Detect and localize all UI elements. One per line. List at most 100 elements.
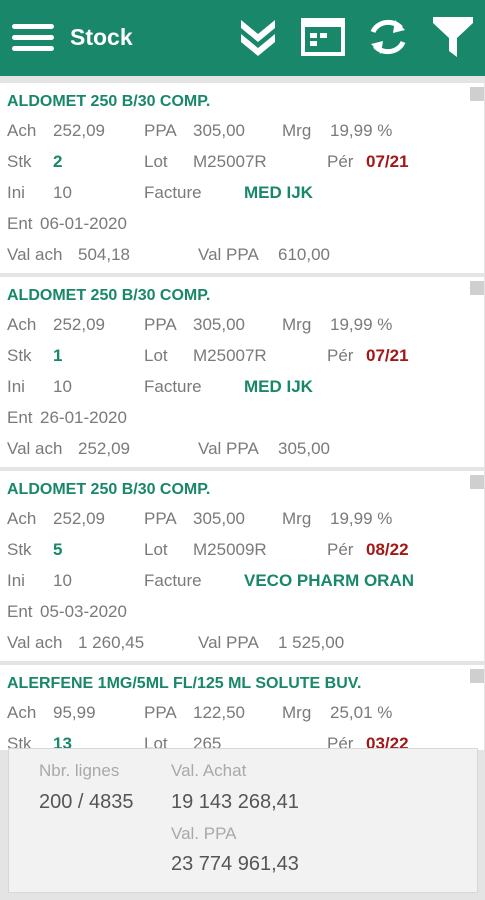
lot-value: M25007R (193, 152, 267, 171)
value-row: Val ach 1 260,45 Val PPA 1 525,00 (0, 633, 484, 657)
stock-card[interactable]: ALDOMET 250 B/30 COMP. Ach 252,09 PPA 30… (0, 277, 484, 467)
stock-row: Stk 1 Lot M25007R Pér 07/21 (0, 346, 484, 370)
ini-label: Ini (7, 183, 25, 202)
nbr-lignes-label: Nbr. lignes (39, 761, 120, 780)
entry-row: Ent 26-01-2020 (0, 408, 484, 432)
price-row: Ach 252,09 PPA 305,00 Mrg 19,99 % (0, 121, 484, 145)
ini-label: Ini (7, 571, 25, 590)
val-ppa-label: Val PPA (198, 633, 259, 652)
ach-label: Ach (7, 703, 37, 722)
stock-row: Stk 2 Lot M25007R Pér 07/21 (0, 152, 484, 176)
ach-value: 95,99 (53, 703, 96, 722)
stock-row: Stk 5 Lot M25009R Pér 08/22 (0, 540, 484, 564)
price-row: Ach 252,09 PPA 305,00 Mrg 19,99 % (0, 315, 484, 339)
ini-label: Ini (7, 377, 25, 396)
card-corner-marker (470, 281, 484, 295)
ent-label: Ent (7, 214, 33, 233)
val-ppa-value: 1 525,00 (278, 633, 345, 652)
ach-label: Ach (7, 509, 37, 528)
app-bar: Stock (0, 0, 485, 76)
summary-panel: Nbr. lignes 200 / 4835 Val. Achat 19 143… (8, 748, 478, 893)
page-title: Stock (70, 24, 133, 50)
value-row: Val ach 504,18 Val PPA 610,00 (0, 245, 484, 269)
product-name: ALDOMET 250 B/30 COMP. (7, 287, 211, 304)
ppa-value: 305,00 (193, 121, 245, 140)
refresh-icon[interactable] (365, 14, 411, 60)
per-label: Pér (327, 540, 354, 559)
ppa-label: PPA (144, 121, 177, 140)
val-ppa-value: 610,00 (278, 245, 330, 264)
mrg-value: 19,99 % (330, 121, 393, 140)
facture-label: Facture (144, 377, 202, 396)
facture-label: Facture (144, 183, 202, 202)
card-corner-marker (470, 475, 484, 489)
per-value: 07/21 (366, 346, 409, 365)
ach-label: Ach (7, 121, 37, 140)
ach-value: 252,09 (53, 509, 105, 528)
val-ppa-label: Val PPA (198, 245, 259, 264)
nbr-lignes-value: 200 / 4835 (39, 791, 134, 813)
double-chevron-down-icon[interactable] (235, 14, 281, 60)
per-label: Pér (327, 152, 354, 171)
ent-value: 06-01-2020 (40, 214, 127, 233)
ini-value: 10 (53, 377, 72, 396)
val-ach-label: Val ach (7, 245, 63, 264)
ppa-label: PPA (144, 315, 177, 334)
lot-label: Lot (144, 152, 168, 171)
val-ppa-value: 305,00 (278, 439, 330, 458)
stock-list[interactable]: ALDOMET 250 B/30 COMP. Ach 252,09 PPA 30… (0, 80, 485, 750)
mrg-label: Mrg (282, 703, 312, 722)
val-ppa-total-value: 23 774 961,43 (171, 853, 299, 875)
stk-value: 2 (53, 152, 63, 171)
filter-icon[interactable] (430, 14, 476, 60)
price-row: Ach 252,09 PPA 305,00 Mrg 19,99 % (0, 509, 484, 533)
lot-label: Lot (144, 346, 168, 365)
product-name: ALDOMET 250 B/30 COMP. (7, 93, 211, 110)
stk-value: 1 (53, 346, 63, 365)
initial-row: Ini 10 Facture MED IJK (0, 377, 484, 401)
val-ach-value: 252,09 (78, 439, 130, 458)
stk-value: 5 (53, 540, 63, 559)
ini-value: 10 (53, 183, 72, 202)
price-row: Ach 95,99 PPA 122,50 Mrg 25,01 % (0, 703, 484, 727)
entry-row: Ent 05-03-2020 (0, 602, 484, 626)
val-ach-value: 1 260,45 (78, 633, 145, 652)
stk-label: Stk (7, 346, 32, 365)
card-corner-marker (470, 669, 484, 683)
lot-value: M25007R (193, 346, 267, 365)
mrg-value: 25,01 % (330, 703, 393, 722)
mrg-value: 19,99 % (330, 509, 393, 528)
val-ach-label: Val ach (7, 439, 63, 458)
per-label: Pér (327, 346, 354, 365)
stock-card[interactable]: ALDOMET 250 B/30 COMP. Ach 252,09 PPA 30… (0, 83, 484, 273)
ent-label: Ent (7, 408, 33, 427)
ppa-value: 122,50 (193, 703, 245, 722)
facture-value: VECO PHARM ORAN (244, 571, 415, 590)
ach-label: Ach (7, 315, 37, 334)
stock-card[interactable]: ALDOMET 250 B/30 COMP. Ach 252,09 PPA 30… (0, 471, 484, 661)
ppa-value: 305,00 (193, 315, 245, 334)
stk-label: Stk (7, 540, 32, 559)
per-value: 08/22 (366, 540, 409, 559)
initial-row: Ini 10 Facture MED IJK (0, 183, 484, 207)
ent-value: 05-03-2020 (40, 602, 127, 621)
stk-label: Stk (7, 152, 32, 171)
ent-value: 26-01-2020 (40, 408, 127, 427)
facture-label: Facture (144, 571, 202, 590)
mrg-value: 19,99 % (330, 315, 393, 334)
val-ach-label: Val ach (7, 633, 63, 652)
stock-card[interactable]: ALERFENE 1MG/5ML FL/125 ML SOLUTE BUV. A… (0, 665, 484, 750)
calendar-icon[interactable] (300, 14, 346, 60)
val-achat-label: Val. Achat (171, 761, 247, 780)
val-ach-value: 504,18 (78, 245, 130, 264)
mrg-label: Mrg (282, 315, 312, 334)
facture-value: MED IJK (244, 183, 313, 202)
lot-value: M25009R (193, 540, 267, 559)
ppa-value: 305,00 (193, 509, 245, 528)
facture-value: MED IJK (244, 377, 313, 396)
product-name: ALERFENE 1MG/5ML FL/125 ML SOLUTE BUV. (7, 675, 362, 692)
per-value: 07/21 (366, 152, 409, 171)
ppa-label: PPA (144, 509, 177, 528)
menu-icon[interactable] (12, 22, 54, 54)
lot-label: Lot (144, 540, 168, 559)
